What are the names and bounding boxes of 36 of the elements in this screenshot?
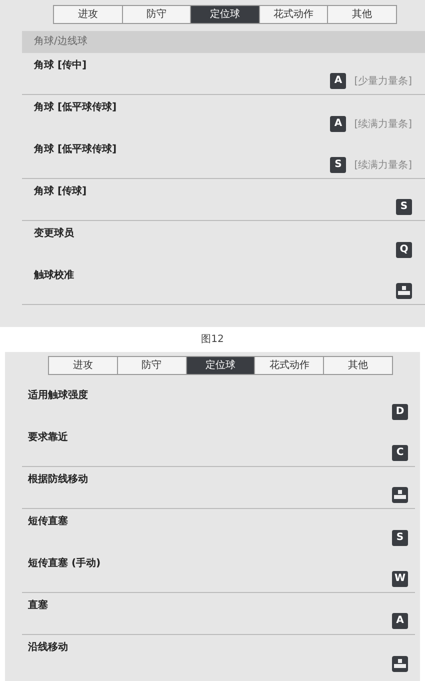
tab[interactable]: 进攻 xyxy=(54,6,122,23)
key-badge: A xyxy=(330,73,346,89)
action-label: 触球校准 xyxy=(34,268,74,282)
key-badge: C xyxy=(392,445,408,461)
key-badge: W xyxy=(392,571,408,587)
key-badge: S xyxy=(392,530,408,546)
tab[interactable]: 定位球 xyxy=(186,357,254,374)
key-badge: S xyxy=(396,199,412,215)
action-label: 直塞 xyxy=(28,598,48,612)
action-label: 要求靠近 xyxy=(28,430,68,444)
key-badge: A xyxy=(392,613,408,629)
action-label: 角球 [传球] xyxy=(34,184,87,198)
action-label: 角球 [传中] xyxy=(34,58,87,72)
key-badge: A xyxy=(330,116,346,132)
key-note: [少量力量条] xyxy=(354,74,412,88)
tab[interactable]: 其他 xyxy=(323,357,392,374)
tab[interactable]: 其他 xyxy=(327,6,396,23)
action-label: 短传直塞 xyxy=(28,514,68,528)
action-label: 适用触球强度 xyxy=(28,388,88,402)
key-badge: S xyxy=(330,157,346,173)
action-label: 短传直塞 (手动) xyxy=(28,556,101,570)
tab[interactable]: 花式动作 xyxy=(258,6,328,23)
tab[interactable]: 花式动作 xyxy=(254,357,324,374)
section-header: 角球/边线球 xyxy=(22,31,425,53)
key-badge: D xyxy=(392,404,408,420)
action-label: 角球 [低平球传球] xyxy=(34,142,117,156)
action-label: 沿线移动 xyxy=(28,640,68,654)
tab[interactable]: 定位球 xyxy=(190,6,259,23)
figure-caption: 图12 xyxy=(200,333,225,347)
action-label: 变更球员 xyxy=(34,226,74,240)
key-note: [续满力量条] xyxy=(354,158,412,172)
action-label: 角球 [低平球传球] xyxy=(34,100,117,114)
key-badge: Q xyxy=(396,242,412,258)
key-note: [续满力量条] xyxy=(354,118,412,131)
tab[interactable]: 进攻 xyxy=(49,357,117,374)
action-label: 根据防线移动 xyxy=(28,472,88,486)
